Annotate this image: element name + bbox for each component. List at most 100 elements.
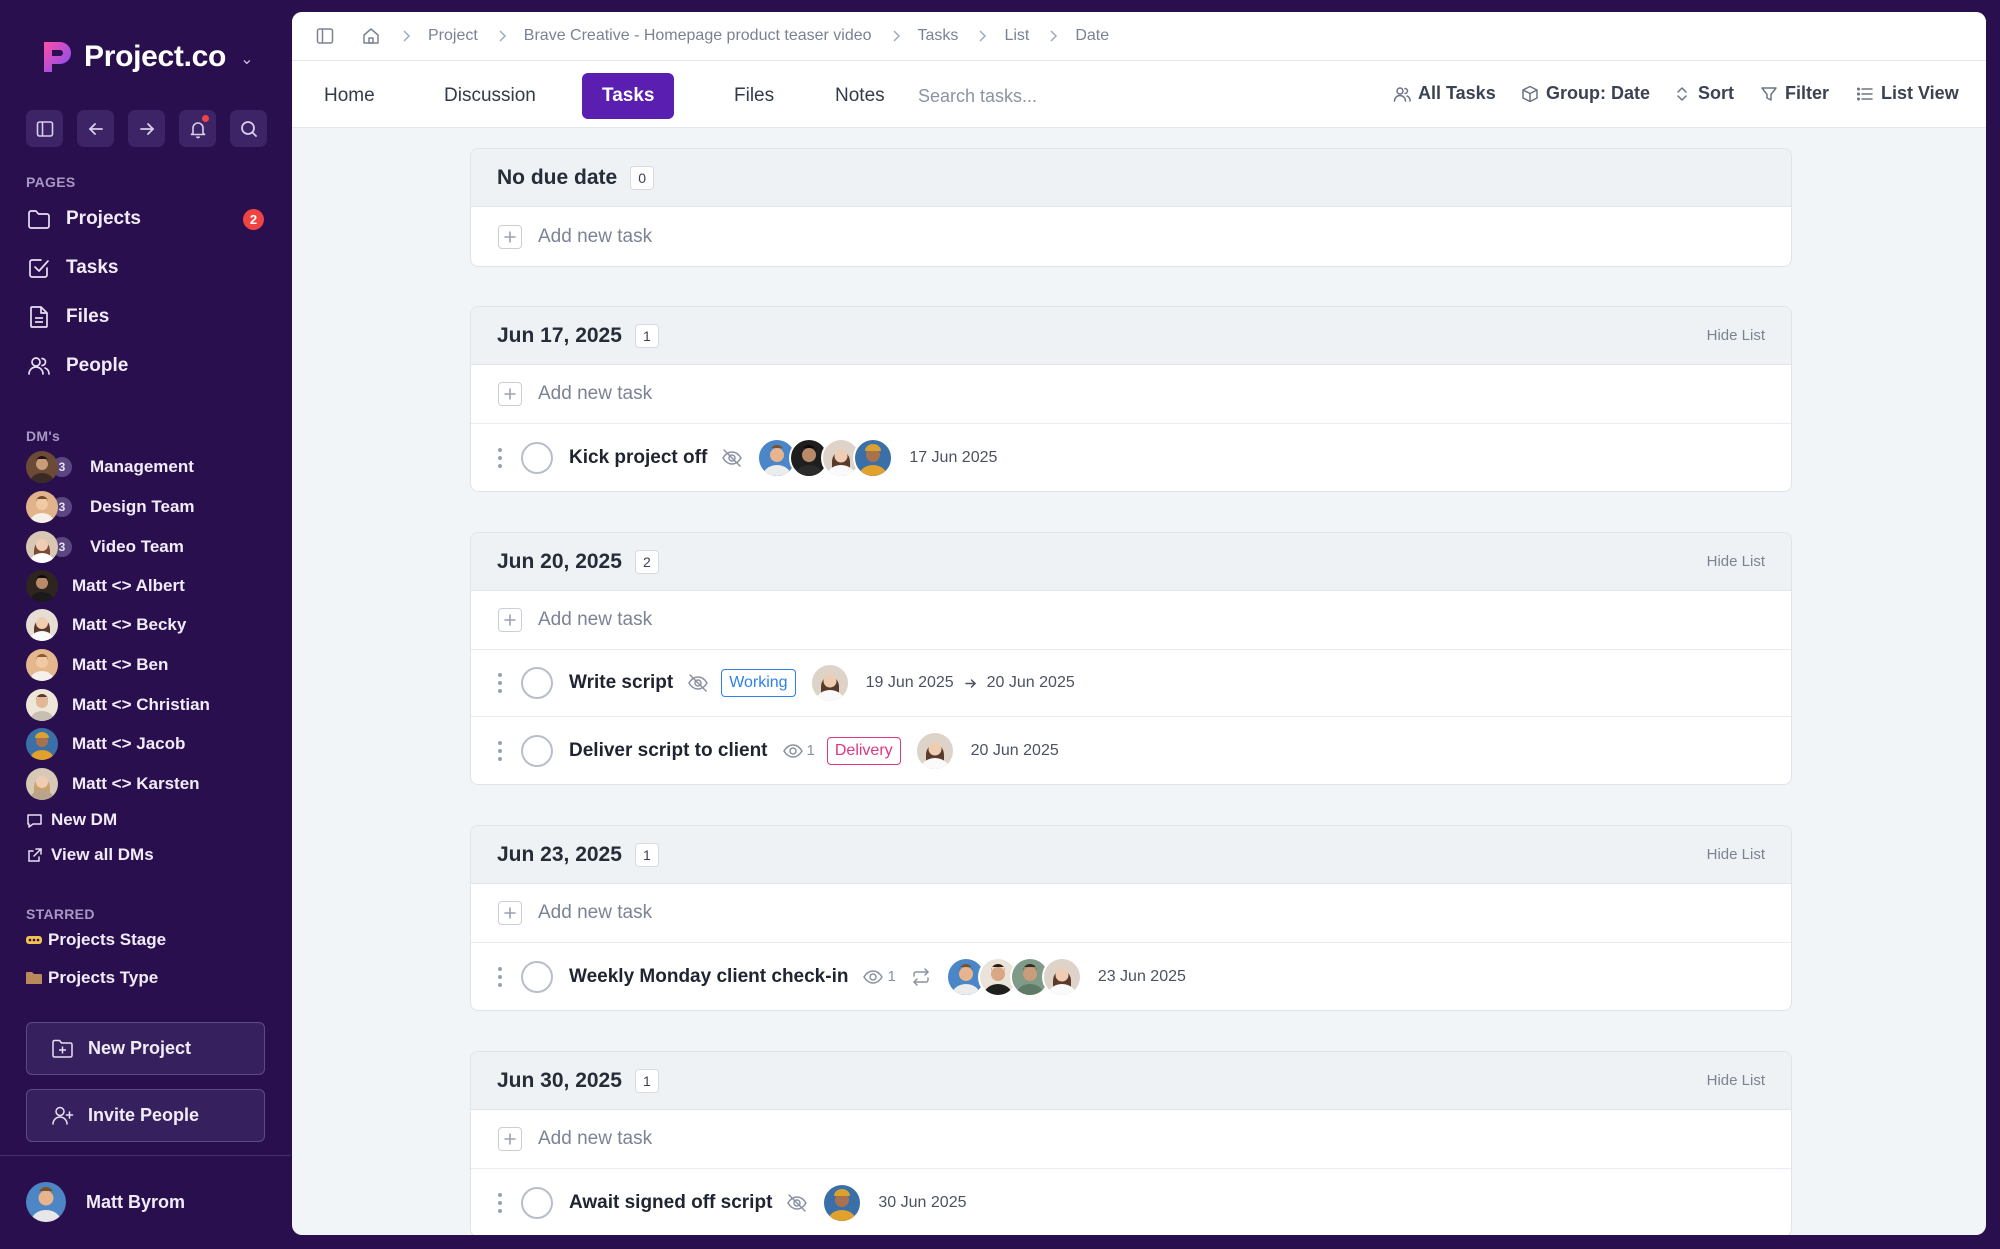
task-date-range[interactable]: 19 Jun 2025 20 Jun 2025	[866, 674, 1075, 692]
breadcrumb-item[interactable]: Project	[428, 27, 478, 45]
sidebar-item-people[interactable]: People	[26, 346, 266, 386]
arrow-right-icon[interactable]	[128, 110, 165, 147]
brand-switcher[interactable]: Project.co ⌄	[38, 38, 253, 76]
add-task-row[interactable]: Add new task	[471, 365, 1791, 424]
group-title: Jun 17, 2025	[497, 323, 622, 347]
dm-label: Matt <> Albert	[72, 576, 185, 595]
task-complete-checkbox[interactable]	[521, 667, 553, 699]
task-due-date[interactable]: 20 Jun 2025	[971, 742, 1059, 760]
sidebar-item-tasks[interactable]: Tasks	[26, 248, 266, 288]
task-complete-checkbox[interactable]	[521, 960, 553, 993]
sort-button[interactable]: Sort	[1673, 83, 1734, 104]
drag-handle-icon[interactable]	[497, 966, 503, 987]
sidebar-toggle-icon[interactable]	[26, 110, 63, 147]
tab-tasks[interactable]: Tasks	[582, 73, 675, 119]
breadcrumb-item[interactable]: Date	[1075, 27, 1109, 45]
task-due-date[interactable]: 30 Jun 2025	[878, 1194, 966, 1212]
task-name[interactable]: Await signed off script	[569, 1192, 772, 1214]
hide-list-button[interactable]: Hide List	[1707, 1072, 1765, 1089]
avatar	[26, 728, 58, 760]
breadcrumb-item[interactable]: List	[1004, 27, 1029, 45]
dm-item-becky[interactable]: Matt <> Becky	[26, 608, 186, 642]
breadcrumb-item[interactable]: Brave Creative - Homepage product teaser…	[524, 27, 872, 45]
drag-handle-icon[interactable]	[497, 673, 503, 693]
breadcrumb-item[interactable]: Tasks	[918, 27, 959, 45]
view-all-dms-link[interactable]: View all DMs	[26, 845, 154, 865]
add-task-row[interactable]: Add new task	[471, 1110, 1791, 1169]
dm-item-design-team[interactable]: 3 Design Team	[26, 490, 195, 524]
sidebar-item-files[interactable]: Files	[26, 297, 266, 337]
add-task-row[interactable]: Add new task	[471, 591, 1791, 650]
invite-people-button[interactable]: Invite People	[26, 1089, 265, 1142]
current-user[interactable]: Matt Byrom	[26, 1182, 185, 1222]
assignee-avatars[interactable]	[914, 730, 955, 771]
search-tasks-input[interactable]	[918, 82, 1218, 110]
task-complete-checkbox[interactable]	[521, 441, 553, 474]
task-name[interactable]: Deliver script to client	[569, 740, 768, 762]
assignee-avatars[interactable]	[822, 1182, 863, 1223]
task-row[interactable]: Write script Working 19 Jun 2025 20 Jun …	[471, 650, 1791, 717]
task-group-jun-17: Jun 17, 2025 1 Hide List Add new task Ki…	[470, 306, 1792, 492]
home-icon[interactable]	[360, 25, 382, 47]
group-by-button[interactable]: Group: Date	[1521, 83, 1650, 104]
task-complete-checkbox[interactable]	[521, 1186, 553, 1219]
group-header: Jun 17, 2025 1 Hide List	[471, 307, 1791, 365]
group-header: Jun 20, 2025 2 Hide List	[471, 533, 1791, 591]
tab-notes[interactable]: Notes	[815, 73, 905, 119]
sidebar-toolbar	[26, 110, 267, 147]
bell-icon[interactable]	[179, 110, 216, 147]
sidebar-panel-icon[interactable]	[314, 25, 336, 47]
starred-item-projects-type[interactable]: Projects Type	[26, 968, 158, 988]
tab-discussion[interactable]: Discussion	[424, 73, 556, 119]
dm-item-albert[interactable]: Matt <> Albert	[26, 569, 185, 603]
task-name[interactable]: Weekly Monday client check-in	[569, 966, 848, 988]
task-complete-checkbox[interactable]	[521, 734, 553, 767]
dm-item-ben[interactable]: Matt <> Ben	[26, 648, 168, 682]
tab-home[interactable]: Home	[304, 73, 395, 119]
dm-item-christian[interactable]: Matt <> Christian	[26, 688, 210, 722]
new-dm-link[interactable]: New DM	[26, 810, 117, 830]
assignee-avatars[interactable]	[809, 663, 850, 703]
drag-handle-icon[interactable]	[497, 1192, 503, 1213]
task-due-date[interactable]: 17 Jun 2025	[909, 449, 997, 467]
dm-item-video-team[interactable]: 3 Video Team	[26, 530, 184, 564]
arrow-left-icon[interactable]	[77, 110, 114, 147]
new-project-button[interactable]: New Project	[26, 1022, 265, 1075]
tab-files[interactable]: Files	[714, 73, 794, 119]
dm-item-jacob[interactable]: Matt <> Jacob	[26, 727, 185, 761]
task-row[interactable]: Deliver script to client 1 Delivery 20 J…	[471, 717, 1791, 784]
hide-list-button[interactable]: Hide List	[1707, 846, 1765, 863]
invite-people-label: Invite People	[88, 1105, 200, 1125]
folder-plus-icon	[52, 1039, 73, 1058]
task-name[interactable]: Write script	[569, 672, 673, 694]
sidebar-item-projects[interactable]: Projects 2	[26, 199, 266, 239]
search-icon[interactable]	[230, 110, 267, 147]
watcher-count: 1	[887, 968, 896, 985]
drag-handle-icon[interactable]	[497, 740, 503, 761]
chevron-right-icon	[499, 30, 506, 42]
task-due-date[interactable]: 23 Jun 2025	[1098, 968, 1186, 986]
status-badge[interactable]: Working	[721, 669, 796, 697]
assignee-avatars[interactable]	[757, 437, 894, 478]
starred-item-projects-stage[interactable]: Projects Stage	[26, 930, 166, 950]
all-tasks-button[interactable]: All Tasks	[1393, 83, 1496, 104]
task-name[interactable]: Kick project off	[569, 447, 707, 469]
task-row[interactable]: Await signed off script 30 Jun 2025	[471, 1169, 1791, 1235]
drag-handle-icon[interactable]	[497, 447, 503, 468]
plus-icon	[498, 901, 522, 925]
add-task-row[interactable]: Add new task	[471, 884, 1791, 943]
status-badge[interactable]: Delivery	[826, 736, 901, 765]
assignee-avatars[interactable]	[945, 956, 1082, 997]
hide-list-button[interactable]: Hide List	[1707, 553, 1765, 570]
task-row[interactable]: Kick project off 17 Jun 2025	[471, 424, 1791, 491]
dms-section-label: DM's	[26, 428, 61, 444]
hide-list-button[interactable]: Hide List	[1707, 327, 1765, 344]
starred-item-label: Projects Type	[48, 968, 159, 987]
chevron-right-icon	[403, 30, 411, 42]
task-row[interactable]: Weekly Monday client check-in 1 23 Jun 2…	[471, 943, 1791, 1010]
add-task-row[interactable]: Add new task	[471, 207, 1791, 266]
view-switch-button[interactable]: List View	[1856, 83, 1959, 104]
filter-button[interactable]: Filter	[1760, 83, 1829, 104]
dm-item-management[interactable]: 3 Management	[26, 450, 194, 484]
dm-item-karsten[interactable]: Matt <> Karsten	[26, 767, 200, 801]
